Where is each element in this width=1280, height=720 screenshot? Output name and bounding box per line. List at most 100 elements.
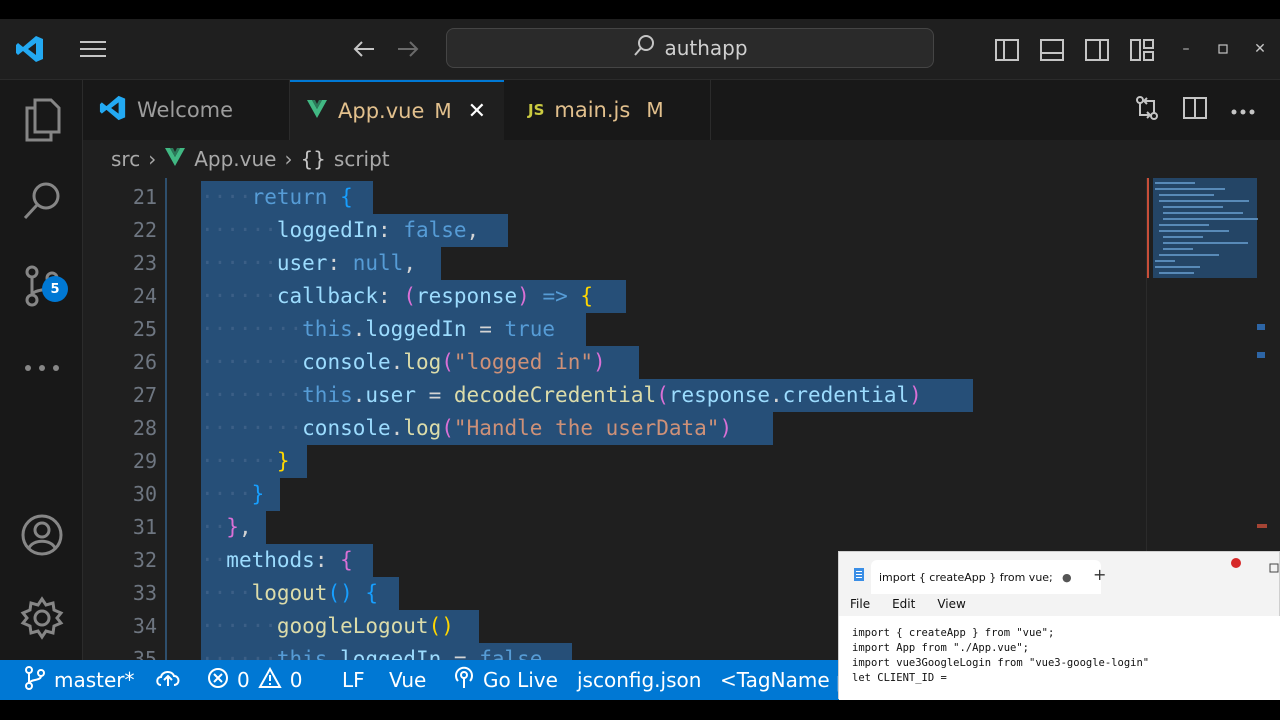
notepad-menu-bar: File Edit View bbox=[839, 592, 1280, 616]
breadcrumb-symbol[interactable]: script bbox=[334, 147, 390, 171]
line-number: 24 bbox=[132, 284, 157, 308]
code-line: ········console.log("Handle the userData… bbox=[201, 416, 733, 440]
code-line: ····return { bbox=[201, 185, 353, 209]
accounts-icon[interactable] bbox=[0, 505, 83, 565]
code-line: ··methods: { bbox=[201, 548, 353, 572]
tab-label: main.js bbox=[554, 98, 631, 122]
menu-icon[interactable] bbox=[76, 37, 110, 61]
back-arrow-icon[interactable] bbox=[350, 35, 378, 63]
line-number: 21 bbox=[132, 185, 157, 209]
line-number: 23 bbox=[132, 251, 157, 275]
code-line: ······} bbox=[201, 449, 290, 473]
warning-count: 0 bbox=[289, 668, 303, 692]
line-number: 26 bbox=[132, 350, 157, 374]
notepad-line: import vue3GoogleLogin from "vue3-google… bbox=[852, 657, 1150, 669]
line-number: 25 bbox=[132, 317, 157, 341]
js-file-icon: JS bbox=[528, 101, 545, 119]
forward-arrow-icon[interactable] bbox=[394, 35, 422, 63]
git-branch-icon bbox=[24, 665, 46, 695]
code-line: ······callback: (response) => { bbox=[201, 284, 594, 308]
toggle-panel-icon[interactable] bbox=[1038, 37, 1066, 63]
chevron-right-icon: › bbox=[148, 147, 157, 171]
customize-layout-icon[interactable] bbox=[1128, 37, 1156, 63]
notepad-tab[interactable]: import { createApp } from vue; ● bbox=[871, 560, 1101, 594]
error-count: 0 bbox=[237, 668, 250, 692]
code-line: ······this.loggedIn = false bbox=[201, 647, 543, 660]
error-icon bbox=[207, 667, 229, 694]
menu-view[interactable]: View bbox=[937, 597, 965, 611]
tab-main-js[interactable]: JS main.js M bbox=[504, 80, 711, 140]
notepad-line: import App from "./App.vue"; bbox=[852, 642, 1030, 654]
branch-name: master* bbox=[54, 668, 135, 692]
menu-edit[interactable]: Edit bbox=[892, 597, 915, 611]
notepad-text-area[interactable]: import { createApp } from "vue"; import A… bbox=[839, 616, 1280, 700]
go-live-button[interactable]: Go Live bbox=[453, 660, 558, 700]
broadcast-icon bbox=[453, 666, 475, 695]
title-bar: authapp – ✕ bbox=[0, 19, 1280, 80]
breadcrumb: src › App.vue › {} script bbox=[83, 140, 1280, 178]
search-view-icon[interactable] bbox=[0, 172, 83, 232]
code-line: ····} bbox=[201, 482, 265, 506]
vscode-logo-icon[interactable] bbox=[14, 33, 46, 65]
tab-modified-indicator: M bbox=[646, 98, 664, 122]
line-number: 30 bbox=[132, 482, 157, 506]
search-icon bbox=[632, 34, 656, 63]
language-mode-status[interactable]: Vue bbox=[389, 660, 426, 700]
breadcrumb-folder[interactable]: src bbox=[111, 147, 140, 171]
source-control-icon[interactable]: 5 bbox=[0, 256, 83, 316]
line-number-gutter: 21 22 23 24 25 26 27 28 29 30 31 32 33 3… bbox=[83, 178, 173, 660]
symbol-braces-icon: {} bbox=[300, 147, 326, 171]
activity-bar: 5 bbox=[0, 80, 83, 660]
code-line: ········console.log("logged in") bbox=[201, 350, 606, 374]
vscode-tab-icon bbox=[99, 94, 127, 127]
code-line: ······user: null, bbox=[201, 251, 416, 275]
search-text: authapp bbox=[664, 36, 748, 60]
cloud-sync-icon bbox=[155, 668, 181, 693]
code-line: ······loggedIn: false, bbox=[201, 218, 480, 242]
toggle-secondary-sidebar-icon[interactable] bbox=[1083, 37, 1111, 63]
problems-status[interactable]: 0 0 bbox=[207, 660, 302, 700]
split-editor-icon[interactable] bbox=[1182, 96, 1208, 124]
more-views-icon[interactable] bbox=[0, 338, 83, 398]
code-line: ····logout() { bbox=[201, 581, 379, 605]
tab-app-vue[interactable]: App.vue M ✕ bbox=[290, 80, 504, 140]
toggle-primary-sidebar-icon[interactable] bbox=[993, 37, 1021, 63]
line-number: 28 bbox=[132, 416, 157, 440]
line-number: 29 bbox=[132, 449, 157, 473]
jsconfig-status[interactable]: jsconfig.json bbox=[577, 660, 701, 700]
tab-welcome[interactable]: Welcome bbox=[83, 80, 290, 140]
notepad-window: import { createApp } from vue; ● + File … bbox=[838, 551, 1280, 700]
vue-file-icon bbox=[306, 99, 328, 124]
compare-changes-icon[interactable] bbox=[1134, 95, 1160, 125]
unsaved-dot-icon[interactable]: ● bbox=[1062, 571, 1072, 584]
restore-icon[interactable] bbox=[1213, 39, 1233, 59]
command-center-search[interactable]: authapp bbox=[446, 28, 934, 68]
minimize-icon[interactable]: – bbox=[1176, 39, 1196, 59]
code-line: ········this.user = decodeCredential(res… bbox=[201, 383, 922, 407]
new-tab-icon[interactable]: + bbox=[1093, 565, 1106, 584]
notepad-app-icon bbox=[853, 566, 865, 586]
settings-gear-icon[interactable] bbox=[0, 588, 83, 648]
close-window-icon[interactable]: ✕ bbox=[1250, 39, 1270, 59]
menu-file[interactable]: File bbox=[850, 597, 870, 611]
maximize-notepad-icon[interactable] bbox=[1269, 558, 1279, 577]
vue-file-icon bbox=[164, 147, 186, 172]
more-actions-icon[interactable] bbox=[1230, 101, 1256, 120]
close-tab-icon[interactable]: ✕ bbox=[468, 99, 486, 124]
line-number: 32 bbox=[132, 548, 157, 572]
explorer-icon[interactable] bbox=[0, 90, 83, 150]
line-number: 33 bbox=[132, 581, 157, 605]
breadcrumb-file[interactable]: App.vue bbox=[194, 147, 276, 171]
tagname-status[interactable]: <TagName p bbox=[720, 660, 849, 700]
branch-status[interactable]: master* bbox=[24, 660, 135, 700]
eol-status[interactable]: LF bbox=[342, 660, 365, 700]
code-line: ··}, bbox=[201, 515, 252, 539]
line-number: 34 bbox=[132, 614, 157, 638]
line-number: 31 bbox=[132, 515, 157, 539]
bottom-black-bar bbox=[0, 700, 1280, 720]
line-number: 22 bbox=[132, 218, 157, 242]
notepad-tab-title: import { createApp } from vue; bbox=[879, 570, 1053, 584]
sync-status[interactable] bbox=[155, 660, 181, 700]
code-line: ······googleLogout() bbox=[201, 614, 454, 638]
top-black-bar bbox=[0, 0, 1280, 19]
